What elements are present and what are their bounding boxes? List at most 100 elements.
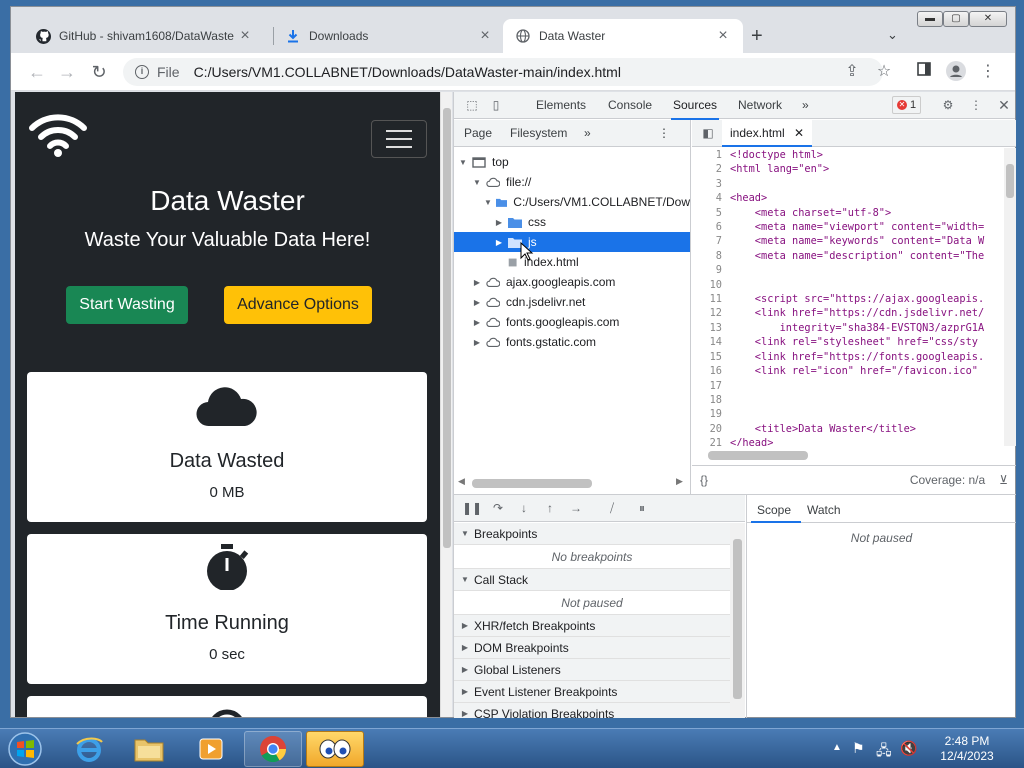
line-number[interactable]: 9 — [692, 263, 730, 277]
step-into-icon[interactable]: ↓ — [516, 500, 532, 516]
taskbar-chrome[interactable] — [244, 731, 302, 767]
tree-node-index-html[interactable]: index.html — [454, 252, 690, 272]
close-icon[interactable]: × — [477, 27, 493, 45]
tree-node-js[interactable]: ▶ js — [454, 232, 690, 252]
line-number[interactable]: 13 — [692, 321, 730, 335]
tree-node-css[interactable]: ▶ css — [454, 212, 690, 232]
back-icon[interactable]: ← — [25, 61, 49, 83]
tree-node-file[interactable]: ▼ file:// — [454, 172, 690, 192]
line-number[interactable]: 17 — [692, 379, 730, 393]
device-toolbar-icon[interactable]: ▯ — [488, 97, 504, 113]
code-content[interactable]: 1 <!doctype html> 2 <html lang="en"> 3 4 <head… — [692, 148, 1004, 446]
taskbar-explorer[interactable] — [120, 731, 178, 767]
line-number[interactable]: 20 — [692, 422, 730, 436]
side-panel-icon[interactable] — [913, 61, 935, 83]
code-vertical-scrollbar[interactable] — [1004, 148, 1016, 446]
inspect-element-icon[interactable]: ⬚ — [464, 97, 480, 113]
line-number[interactable]: 4 — [692, 191, 730, 205]
section-call-stack[interactable]: ▼ Call Stack — [454, 569, 730, 591]
navigator-menu-icon[interactable]: ⋮ — [658, 126, 670, 140]
section-event-listener-breakpoints[interactable]: ▶ Event Listener Breakpoints — [454, 681, 730, 703]
tab-filesystem[interactable]: Filesystem — [510, 126, 567, 140]
tree-node-top[interactable]: ▼ top — [454, 152, 690, 172]
tab-console[interactable]: Console — [608, 98, 652, 112]
section-global-listeners[interactable]: ▶ Global Listeners — [454, 659, 730, 681]
editor-tab-index-html[interactable]: index.html ✕ — [722, 120, 813, 147]
tab-network[interactable]: Network — [738, 98, 782, 112]
maximize-button[interactable]: ▢ — [943, 11, 969, 27]
show-hidden-icons-icon[interactable]: ▲ — [832, 742, 842, 753]
menu-kebab-icon[interactable]: ⋮ — [977, 61, 999, 83]
bookmark-star-icon[interactable]: ☆ — [873, 61, 895, 83]
debugger-scrollbar[interactable] — [730, 523, 745, 718]
line-number[interactable]: 21 — [692, 436, 730, 446]
tab-github[interactable]: GitHub - shivam1608/DataWaste × — [23, 19, 265, 53]
tab-page[interactable]: Page — [464, 126, 492, 140]
section-csp-violation-breakpoints[interactable]: ▶ CSP Violation Breakpoints — [454, 703, 730, 718]
line-number[interactable]: 14 — [692, 335, 730, 349]
line-number[interactable]: 2 — [692, 162, 730, 176]
tree-node-jsdelivr[interactable]: ▶ cdn.jsdelivr.net — [454, 292, 690, 312]
line-number[interactable]: 15 — [692, 350, 730, 364]
pause-icon[interactable]: ❚❚ — [462, 500, 482, 516]
tree-node-ajax[interactable]: ▶ ajax.googleapis.com — [454, 272, 690, 292]
step-icon[interactable]: → — [568, 500, 584, 516]
devtools-menu-icon[interactable]: ⋮ — [968, 97, 984, 113]
line-number[interactable]: 1 — [692, 148, 730, 162]
step-over-icon[interactable]: ↷ — [490, 500, 506, 516]
line-number[interactable]: 6 — [692, 220, 730, 234]
network-icon[interactable]: 🖧 — [876, 740, 892, 764]
tab-search-icon[interactable]: ⌄ — [887, 27, 898, 43]
profile-avatar-icon[interactable] — [945, 61, 967, 83]
reload-icon[interactable]: ↻ — [87, 61, 111, 83]
address-bar[interactable]: i File C:/Users/VM1.COLLABNET/Downloads/… — [123, 58, 883, 86]
line-number[interactable]: 12 — [692, 306, 730, 320]
tab-elements[interactable]: Elements — [536, 98, 586, 112]
pause-on-exceptions-icon[interactable]: ⏸ — [634, 500, 650, 516]
close-icon[interactable]: × — [237, 27, 253, 45]
settings-gear-icon[interactable]: ⚙ — [940, 97, 956, 113]
section-xhr-fetch-breakpoints[interactable]: ▶ XHR/fetch Breakpoints — [454, 615, 730, 637]
advance-options-button[interactable]: Advance Options — [224, 286, 372, 324]
error-count-badge[interactable]: ✕ 1 — [892, 96, 922, 114]
more-navigator-icon[interactable]: » — [584, 126, 591, 140]
clock[interactable]: 2:48 PM 12/4/2023 — [932, 734, 1002, 764]
page-scrollbar[interactable] — [440, 92, 452, 717]
forward-icon[interactable]: → — [55, 61, 79, 83]
tree-node-fonts-googleapis[interactable]: ▶ fonts.googleapis.com — [454, 312, 690, 332]
close-icon[interactable]: ✕ — [794, 126, 804, 140]
line-number[interactable]: 3 — [692, 177, 730, 191]
more-tabs-icon[interactable]: » — [802, 98, 809, 112]
tree-node-fonts-gstatic[interactable]: ▶ fonts.gstatic.com — [454, 332, 690, 352]
line-number[interactable]: 8 — [692, 249, 730, 263]
action-center-flag-icon[interactable]: ⚑ — [852, 740, 865, 757]
close-icon[interactable]: × — [715, 27, 731, 45]
info-icon[interactable]: i — [135, 65, 149, 79]
line-number[interactable]: 16 — [692, 364, 730, 378]
tab-scope[interactable]: Scope — [757, 503, 791, 517]
volume-muted-icon[interactable]: 🔇 — [900, 740, 917, 757]
code-horizontal-scrollbar[interactable] — [692, 448, 1004, 462]
minimize-button[interactable]: ▬ — [917, 11, 943, 27]
tab-watch[interactable]: Watch — [807, 503, 841, 517]
section-breakpoints[interactable]: ▼ Breakpoints — [454, 523, 730, 545]
taskbar-media-player[interactable] — [182, 731, 240, 767]
taskbar-eyes-app[interactable] — [306, 731, 364, 767]
pretty-print-button[interactable]: {} — [700, 473, 708, 487]
new-tab-button[interactable]: + — [751, 25, 763, 48]
share-icon[interactable]: ⇪ — [841, 61, 863, 83]
taskbar-internet-explorer[interactable] — [60, 731, 118, 767]
tab-data-waster[interactable]: Data Waster × — [503, 19, 743, 53]
start-button[interactable] — [6, 731, 44, 767]
toggle-navigator-icon[interactable]: ◧ — [700, 125, 716, 141]
navbar-toggle-button[interactable] — [371, 120, 427, 158]
tab-downloads[interactable]: Downloads × — [273, 19, 505, 53]
step-out-icon[interactable]: ↑ — [542, 500, 558, 516]
deactivate-breakpoints-icon[interactable]: ⧸ — [604, 500, 620, 516]
window-close-button[interactable]: ✕ — [969, 11, 1007, 27]
line-number[interactable]: 11 — [692, 292, 730, 306]
line-number[interactable]: 5 — [692, 206, 730, 220]
close-devtools-icon[interactable]: ✕ — [996, 97, 1012, 113]
line-number[interactable]: 10 — [692, 278, 730, 292]
start-wasting-button[interactable]: Start Wasting — [66, 286, 188, 324]
